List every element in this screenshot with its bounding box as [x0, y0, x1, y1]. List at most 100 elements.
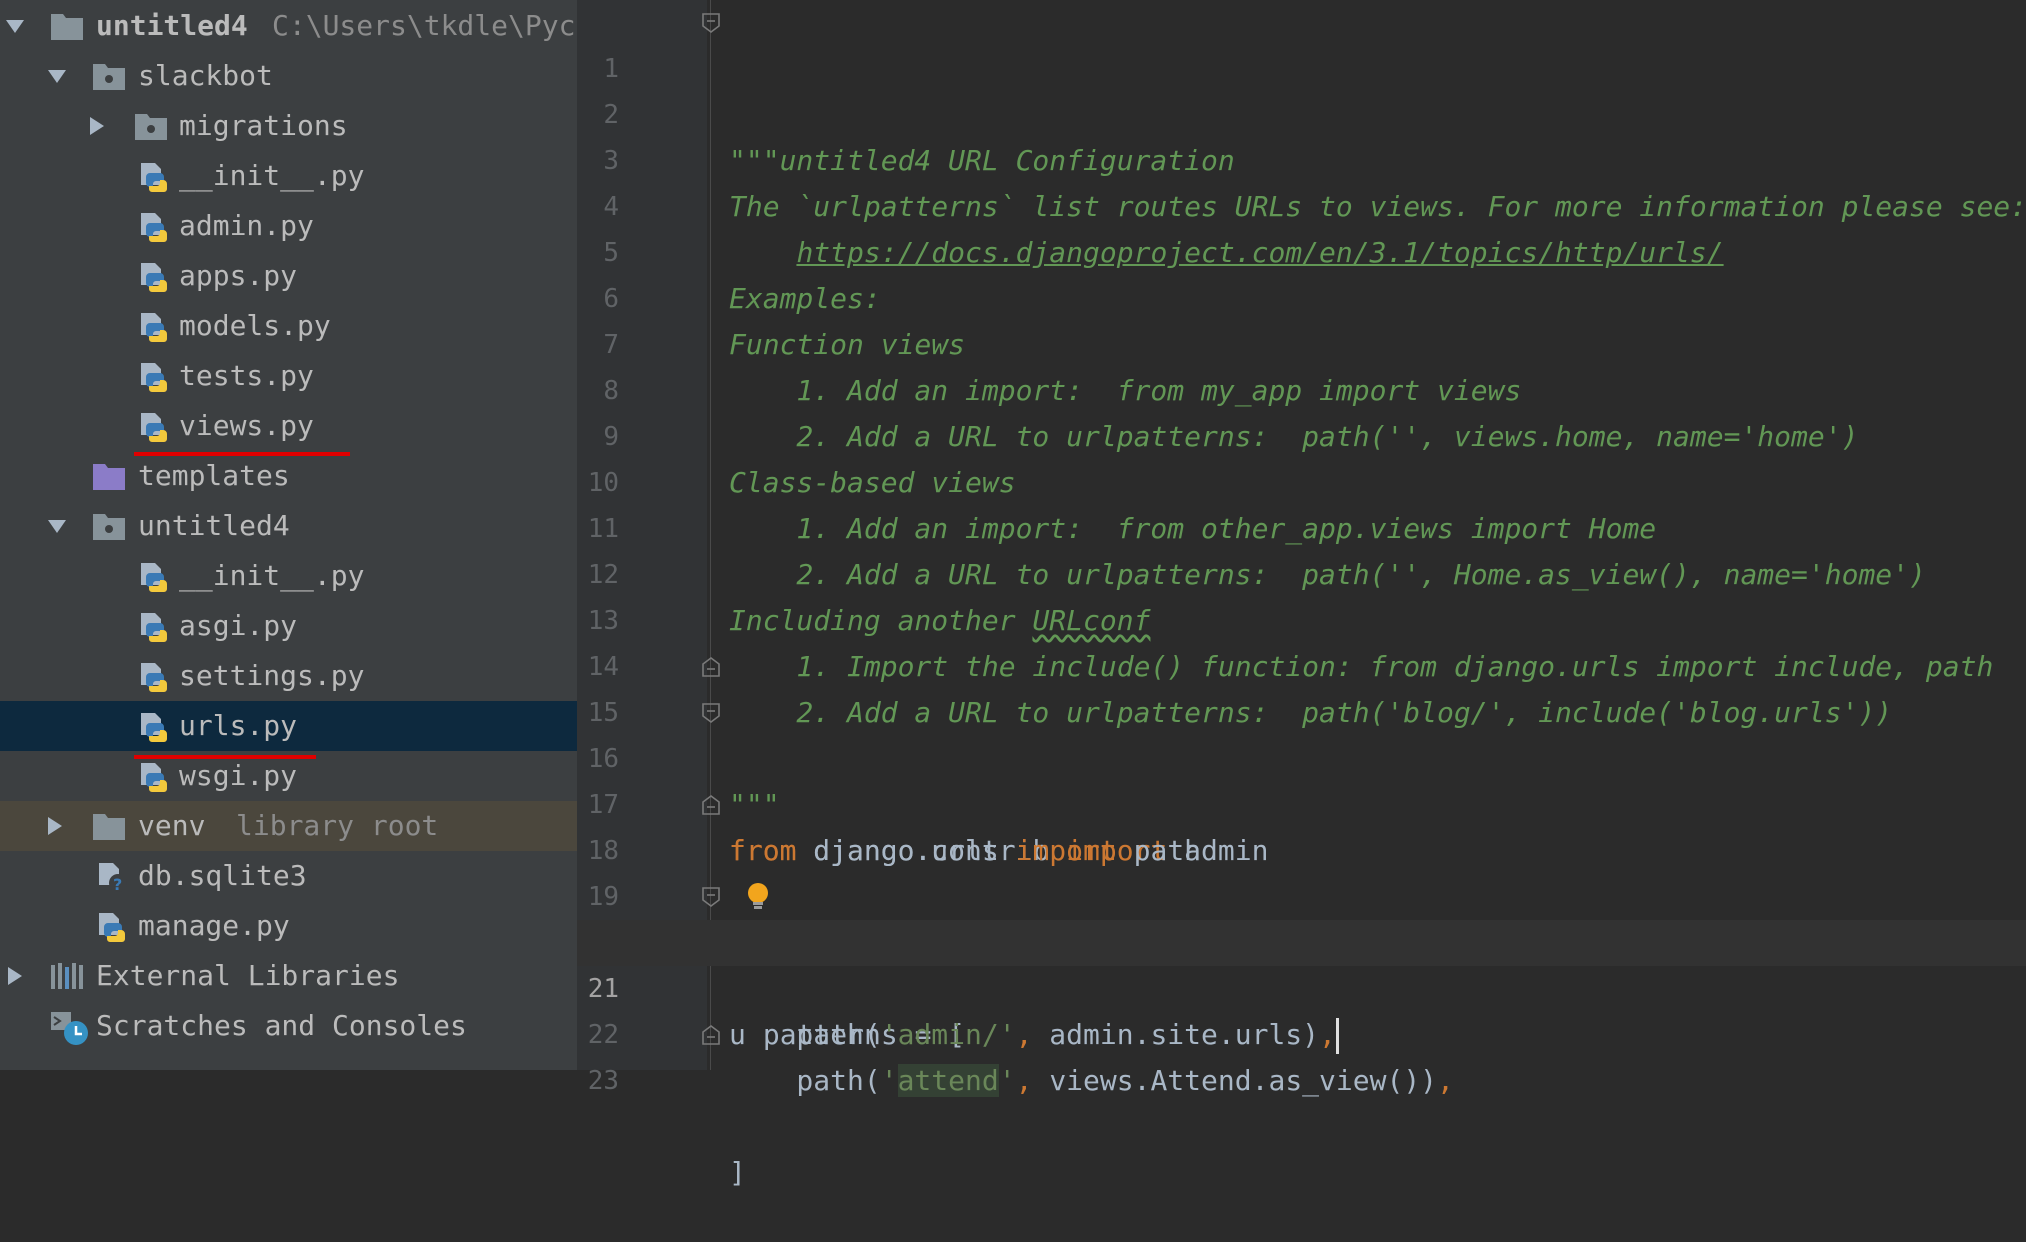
lightbulb-icon[interactable]: [745, 882, 771, 912]
argument: views.Attend.as_view()): [1049, 1064, 1438, 1097]
python-file-icon: [138, 661, 172, 692]
code-line[interactable]: 19: [577, 828, 2026, 912]
package-folder-icon: [92, 61, 126, 91]
code-line[interactable]: 10 1. Add an import: from other_app.view…: [577, 414, 2026, 545]
code-line[interactable]: 22 path('attend', views.Attend.as_view()…: [577, 966, 2026, 1097]
tree-item-slackbot-init[interactable]: __init__.py: [0, 151, 577, 201]
tree-item-label: urls.py: [179, 709, 298, 742]
tree-item-label: tests.py: [179, 359, 314, 392]
tree-item-label: views.py: [179, 409, 314, 442]
folder-icon: [50, 11, 84, 41]
code-line[interactable]: 3 The `urlpatterns` list routes URLs to …: [577, 92, 2026, 223]
package-folder-icon: [134, 111, 168, 141]
closing-bracket: ]: [729, 1156, 746, 1189]
code-line[interactable]: 8 2. Add a URL to urlpatterns: path('', …: [577, 322, 2026, 453]
tree-item-label: models.py: [179, 309, 331, 342]
python-file-icon: [138, 411, 172, 442]
line-number: 23: [587, 1066, 619, 1096]
tree-item-label: untitled4: [138, 509, 290, 542]
tree-item-views[interactable]: views.py: [0, 401, 577, 451]
code-line[interactable]: 16 from django.contrib import admin: [577, 690, 2026, 867]
code-line[interactable]: 13 1. Import the include() function: fro…: [577, 552, 2026, 683]
tree-item-label: __init__.py: [179, 559, 365, 592]
string-literal-highlighted: attend: [897, 1064, 999, 1097]
tree-item-label: __init__.py: [179, 159, 365, 192]
expand-arrow-icon[interactable]: [4, 15, 26, 37]
tree-item-label: settings.py: [179, 659, 365, 692]
tree-item-label: manage.py: [138, 909, 290, 942]
fold-end-marker-icon[interactable]: [701, 656, 721, 678]
package-folder-icon: [92, 511, 126, 541]
collapsed-arrow-icon[interactable]: [44, 815, 66, 837]
tree-item-external-libraries[interactable]: External Libraries: [0, 951, 577, 1001]
tree-item-apps[interactable]: apps.py: [0, 251, 577, 301]
code-line[interactable]: 6 Function views: [577, 230, 2026, 361]
python-file-icon: [138, 311, 172, 342]
tree-item-label: db.sqlite3: [138, 859, 307, 892]
tree-item-db[interactable]: ? db.sqlite3: [0, 851, 577, 901]
code-line[interactable]: 20 upatterns = [: [577, 874, 2026, 1051]
python-file-icon: [138, 761, 172, 792]
tree-item-models[interactable]: models.py: [0, 301, 577, 351]
tree-item-manage[interactable]: manage.py: [0, 901, 577, 951]
python-file-icon: [138, 611, 172, 642]
code-line-current[interactable]: 21 path('admin/', admin.site.urls),: [577, 920, 2026, 1054]
fold-marker-icon[interactable]: [701, 886, 721, 908]
tree-item-pkg-init[interactable]: __init__.py: [0, 551, 577, 601]
library-icon: [50, 961, 84, 991]
fold-marker-icon[interactable]: [701, 12, 721, 34]
comma: ,: [1015, 1064, 1050, 1097]
python-file-icon: [138, 561, 172, 592]
tree-item-untitled4-package[interactable]: untitled4: [0, 501, 577, 551]
code-line[interactable]: 23 ]: [577, 1012, 2026, 1189]
project-path: C:\Users\tkdle\Pych: [272, 9, 577, 42]
python-file-icon: [96, 911, 130, 942]
code-line[interactable]: 9 Class-based views: [577, 368, 2026, 499]
fold-end-marker-icon[interactable]: [701, 1024, 721, 1046]
fold-marker-icon[interactable]: [701, 702, 721, 724]
code-line[interactable]: 2: [577, 46, 2026, 130]
collapsed-arrow-icon[interactable]: [4, 965, 26, 987]
scratches-icon: [50, 1011, 88, 1045]
code-editor[interactable]: 1 """untitled4 URL Configuration 2 3 The…: [577, 0, 2026, 1189]
tree-item-label: templates: [138, 459, 290, 492]
tree-item-admin[interactable]: admin.py: [0, 201, 577, 251]
expand-arrow-icon[interactable]: [46, 515, 68, 537]
code-line[interactable]: 4 https://docs.djangoproject.com/en/3.1/…: [577, 138, 2026, 269]
fold-end-marker-icon[interactable]: [701, 794, 721, 816]
tree-item-tests[interactable]: tests.py: [0, 351, 577, 401]
tree-item-wsgi[interactable]: wsgi.py: [0, 751, 577, 801]
tree-item-label: untitled4: [96, 9, 248, 42]
comma: ,: [1437, 1064, 1454, 1097]
tree-item-templates[interactable]: templates: [0, 451, 577, 501]
collapsed-arrow-icon[interactable]: [86, 115, 108, 137]
python-file-icon: [138, 211, 172, 242]
library-root-hint: library root: [236, 809, 439, 842]
tree-item-scratches[interactable]: Scratches and Consoles: [0, 1001, 577, 1051]
code-line[interactable]: 5 Examples:: [577, 184, 2026, 315]
string-quote: ': [880, 1064, 898, 1097]
tree-item-label: asgi.py: [179, 609, 298, 642]
expand-arrow-icon[interactable]: [46, 65, 68, 87]
tree-item-root[interactable]: untitled4 C:\Users\tkdle\Pych: [0, 1, 577, 51]
python-file-icon: [138, 361, 172, 392]
tree-item-label: External Libraries: [96, 959, 400, 992]
code-line[interactable]: 7 1. Add an import: from my_app import v…: [577, 276, 2026, 407]
tree-item-slackbot[interactable]: slackbot: [0, 51, 577, 101]
tree-item-urls-selected[interactable]: urls.py: [0, 701, 577, 751]
code-line[interactable]: 11 2. Add a URL to urlpatterns: path('',…: [577, 460, 2026, 591]
code-line[interactable]: 1 """untitled4 URL Configuration: [577, 0, 2026, 177]
code-line[interactable]: 18 from slackbot import views: [577, 782, 2026, 959]
code-line[interactable]: 12 Including another URLconf: [577, 506, 2026, 637]
tree-item-asgi[interactable]: asgi.py: [0, 601, 577, 651]
tree-item-settings[interactable]: settings.py: [0, 651, 577, 701]
tree-item-venv[interactable]: venv library root: [0, 801, 577, 851]
code-line[interactable]: 15 """: [577, 644, 2026, 821]
tree-item-label: Scratches and Consoles: [96, 1009, 467, 1042]
tree-item-migrations[interactable]: migrations: [0, 101, 577, 151]
code-line[interactable]: 14 2. Add a URL to urlpatterns: path('bl…: [577, 598, 2026, 729]
folder-icon: [92, 811, 126, 841]
code-line[interactable]: 17 from django.urls import path: [577, 736, 2026, 867]
python-file-icon: [138, 261, 172, 292]
tree-item-label: venv: [138, 809, 206, 842]
